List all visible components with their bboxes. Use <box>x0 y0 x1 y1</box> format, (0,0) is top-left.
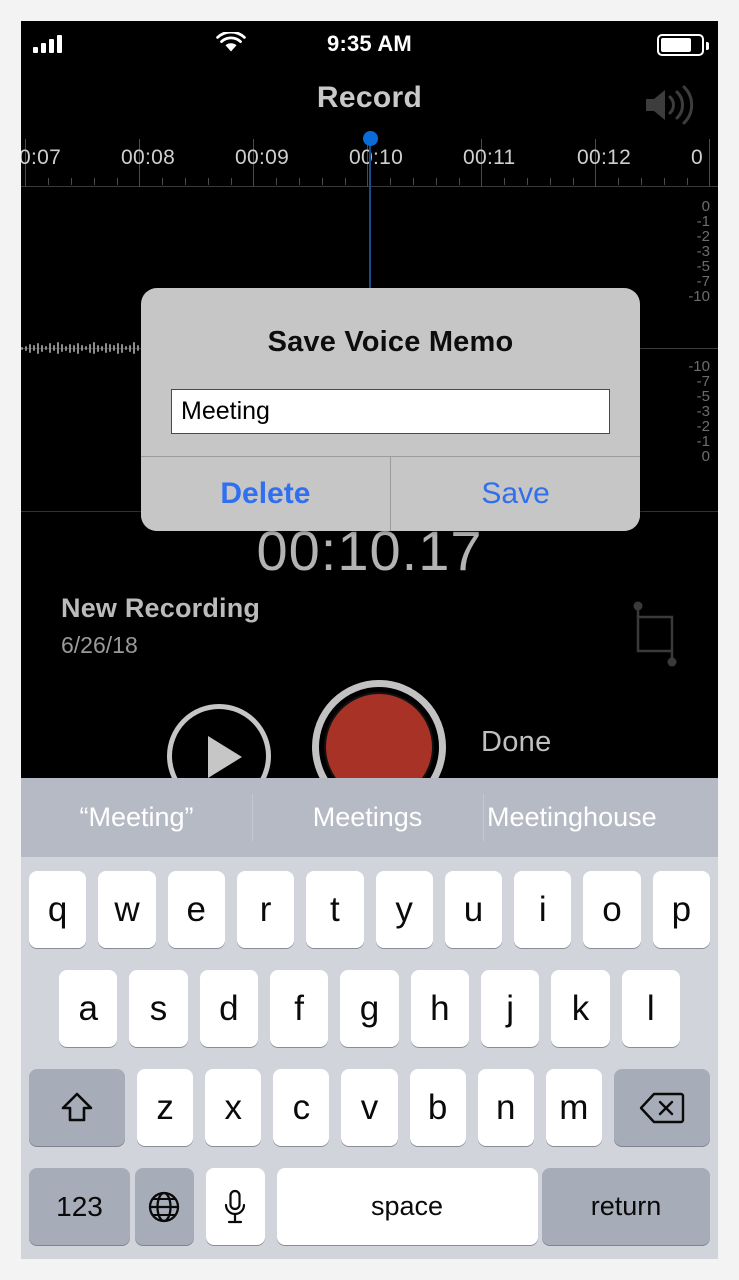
key-s[interactable]: s <box>129 970 188 1047</box>
backspace-key[interactable] <box>613 1069 711 1146</box>
key-a[interactable]: a <box>59 970 118 1047</box>
keyboard-row-2: a s d f g h j k l <box>21 970 718 1047</box>
key-x[interactable]: x <box>205 1069 262 1146</box>
key-l[interactable]: l <box>621 970 680 1047</box>
microphone-icon <box>221 1188 249 1226</box>
key-p[interactable]: p <box>652 871 710 948</box>
dialog-actions: Delete Save <box>141 456 640 531</box>
key-g[interactable]: g <box>340 970 399 1047</box>
key-u[interactable]: u <box>444 871 503 948</box>
dialog-body <box>141 359 640 456</box>
onscreen-keyboard: “Meeting” Meetings Meetinghouse q w e r … <box>21 778 718 1259</box>
memo-name-input[interactable] <box>171 389 610 434</box>
dialog-title: Save Voice Memo <box>267 326 514 358</box>
key-f[interactable]: f <box>270 970 329 1047</box>
backspace-delete-icon <box>639 1091 685 1125</box>
key-o[interactable]: o <box>583 871 641 948</box>
key-t[interactable]: t <box>306 871 364 948</box>
key-i[interactable]: i <box>514 871 572 948</box>
save-voice-memo-dialog: Save Voice Memo Delete Save <box>141 288 640 531</box>
voice-memos-app: 9:35 AM Record 0:07 00:08 00:09 00:10 00… <box>21 21 718 778</box>
keyboard-row-1: q w e r t y u i o p <box>21 871 718 948</box>
keyboard-row-3: z x c v b n m <box>21 1069 718 1146</box>
shift-key[interactable] <box>28 1069 126 1146</box>
key-q[interactable]: q <box>29 871 87 948</box>
key-v[interactable]: v <box>341 1069 398 1146</box>
key-j[interactable]: j <box>480 970 540 1047</box>
autocorrect-suggestion-bar: “Meeting” Meetings Meetinghouse <box>21 778 718 857</box>
shift-arrow-icon <box>58 1089 96 1127</box>
key-d[interactable]: d <box>199 970 258 1047</box>
key-k[interactable]: k <box>551 970 610 1047</box>
suggestion-item[interactable]: “Meeting” <box>21 778 252 857</box>
return-key[interactable]: return <box>542 1168 710 1245</box>
phone-screen: 9:35 AM Record 0:07 00:08 00:09 00:10 00… <box>0 0 739 1280</box>
save-button[interactable]: Save <box>391 457 640 531</box>
globe-language-icon <box>146 1189 182 1225</box>
key-b[interactable]: b <box>409 1069 466 1146</box>
key-z[interactable]: z <box>137 1069 194 1146</box>
alert-backdrop: Save Voice Memo Delete Save <box>21 21 718 778</box>
space-key[interactable]: space <box>276 1168 538 1245</box>
numbers-key[interactable]: 123 <box>29 1168 130 1245</box>
key-r[interactable]: r <box>236 871 295 948</box>
delete-button[interactable]: Delete <box>141 457 390 531</box>
keyboard-keys: q w e r t y u i o p a s d f g h j k l z … <box>21 857 718 1253</box>
dictation-key[interactable] <box>205 1168 265 1245</box>
keyboard-row-4: 123 space return <box>21 1168 718 1245</box>
key-c[interactable]: c <box>273 1069 330 1146</box>
key-h[interactable]: h <box>410 970 469 1047</box>
key-w[interactable]: w <box>98 871 156 948</box>
suggestion-item[interactable]: Meetings <box>252 778 483 857</box>
key-n[interactable]: n <box>477 1069 534 1146</box>
globe-key[interactable] <box>134 1168 194 1245</box>
key-e[interactable]: e <box>167 871 225 948</box>
key-m[interactable]: m <box>545 1069 602 1146</box>
key-y[interactable]: y <box>375 871 433 948</box>
suggestion-item[interactable]: Meetinghouse <box>483 778 718 857</box>
